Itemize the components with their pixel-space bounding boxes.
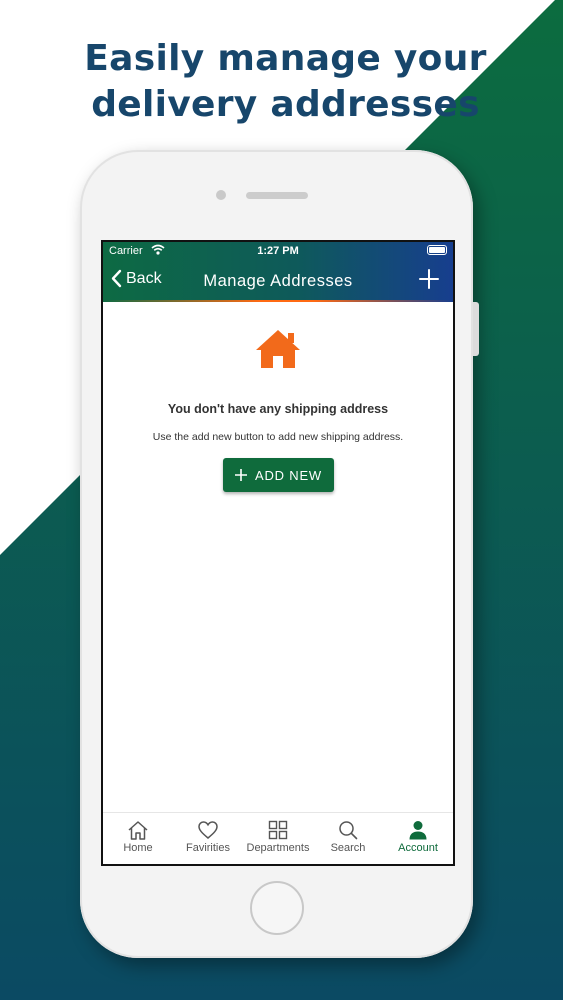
status-time: 1:27 PM — [257, 245, 299, 257]
phone-home-button — [250, 881, 304, 935]
status-bar: Carrier 1:27 PM — [103, 242, 453, 260]
empty-state-title: You don't have any shipping address — [167, 402, 389, 416]
tab-favirities[interactable]: Favirities — [173, 813, 243, 864]
phone-side-button — [473, 302, 479, 356]
heart-icon — [198, 821, 218, 839]
tab-home-label: Home — [123, 842, 153, 854]
page-title: Manage Addresses — [203, 272, 353, 290]
add-new-label: ADD NEW — [255, 467, 322, 483]
tab-search-label: Search — [330, 842, 366, 854]
tab-departments-label: Departments — [246, 842, 310, 854]
app-screen: Carrier 1:27 PM Back Manage Addresses Yo… — [101, 240, 455, 866]
tab-favirities-label: Favirities — [185, 842, 230, 854]
empty-state-subtitle: Use the add new button to add new shippi… — [152, 431, 404, 443]
bottom-tab-bar: Home Favirities Departments Search Accou… — [103, 812, 453, 864]
app-header: Carrier 1:27 PM Back Manage Addresses — [103, 242, 453, 302]
tab-departments[interactable]: Departments — [243, 813, 313, 864]
headline-line-2: delivery addresses — [91, 84, 480, 125]
tab-account-label: Account — [398, 842, 438, 854]
add-new-button[interactable]: ADD NEW — [223, 458, 334, 492]
promo-headline: Easily manage your delivery addresses — [0, 36, 563, 128]
plus-icon — [235, 469, 247, 481]
person-icon — [409, 821, 427, 840]
plus-icon[interactable] — [419, 269, 439, 289]
tab-search[interactable]: Search — [313, 813, 383, 864]
battery-icon — [427, 245, 447, 255]
tab-home[interactable]: Home — [103, 813, 173, 864]
home-icon — [256, 330, 300, 368]
tab-account[interactable]: Account — [383, 813, 453, 864]
search-icon — [339, 821, 358, 840]
phone-camera — [216, 190, 226, 200]
headline-line-1: Easily manage your — [84, 38, 487, 79]
phone-speaker — [246, 192, 308, 199]
grid-icon — [268, 820, 288, 840]
home-outline-icon — [128, 821, 148, 840]
